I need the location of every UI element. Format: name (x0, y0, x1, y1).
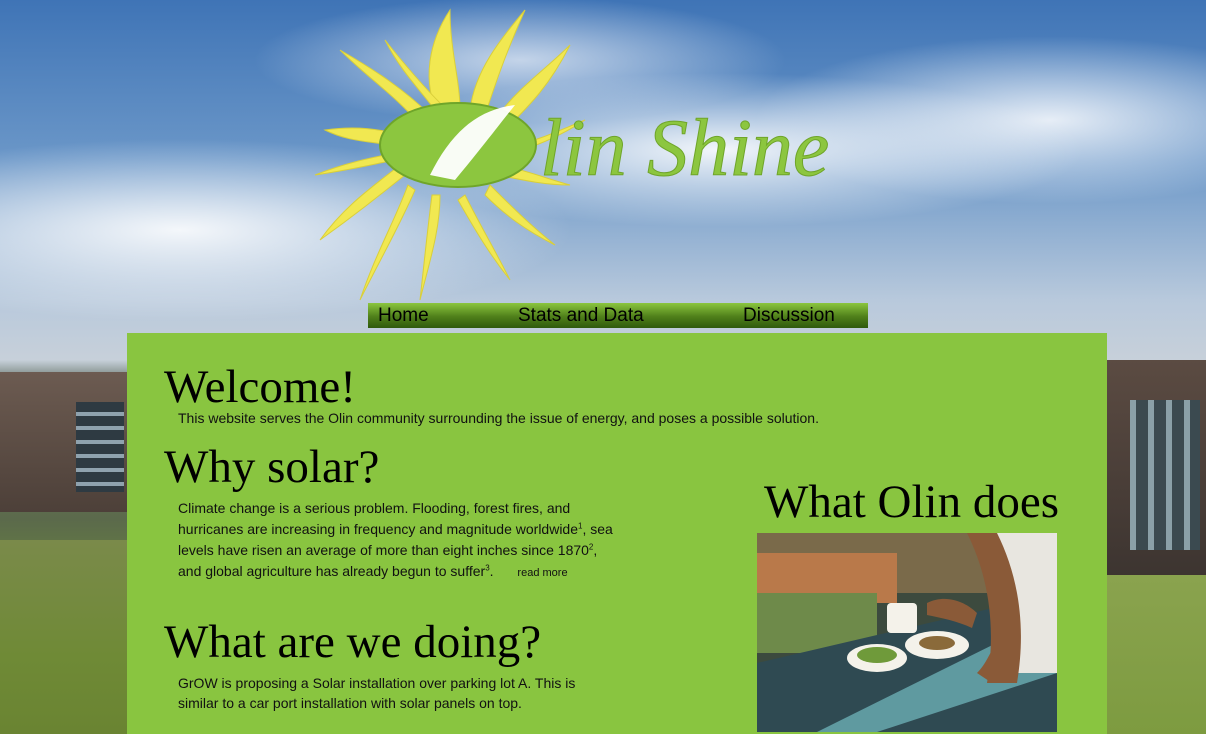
olin-o-icon (379, 102, 537, 188)
logo-wordmark: lin Shine (540, 102, 829, 193)
read-more-link[interactable]: read more (517, 567, 567, 579)
welcome-heading: Welcome! (164, 361, 356, 413)
building-windows (1130, 400, 1200, 550)
lawn-right (1106, 575, 1206, 734)
nav-discussion[interactable]: Discussion (743, 303, 835, 328)
lawn-left (0, 540, 128, 734)
campus-building-right (1106, 360, 1206, 580)
dining-hall-photo (757, 533, 1057, 732)
nav-stats-and-data[interactable]: Stats and Data (518, 303, 644, 328)
why-solar-heading: Why solar? (164, 441, 380, 493)
site-logo[interactable]: lin Shine (300, 0, 940, 310)
building-windows (76, 402, 124, 492)
main-nav: Home Stats and Data Discussion (368, 303, 868, 328)
why-solar-text-4: . (489, 563, 494, 579)
what-are-we-doing-text: GrOW is proposing a Solar installation o… (178, 675, 576, 711)
what-are-we-doing-heading: What are we doing? (164, 616, 542, 668)
why-solar-text: Climate change is a serious problem. Flo… (178, 498, 618, 584)
welcome-text: This website serves the Olin community s… (178, 410, 819, 426)
nav-home[interactable]: Home (378, 303, 429, 328)
campus-building-left (0, 372, 128, 512)
what-olin-does-heading: What Olin does (764, 476, 1059, 528)
why-solar-text-1: Climate change is a serious problem. Flo… (178, 500, 579, 537)
content-panel: Welcome! This website serves the Olin co… (127, 333, 1107, 734)
